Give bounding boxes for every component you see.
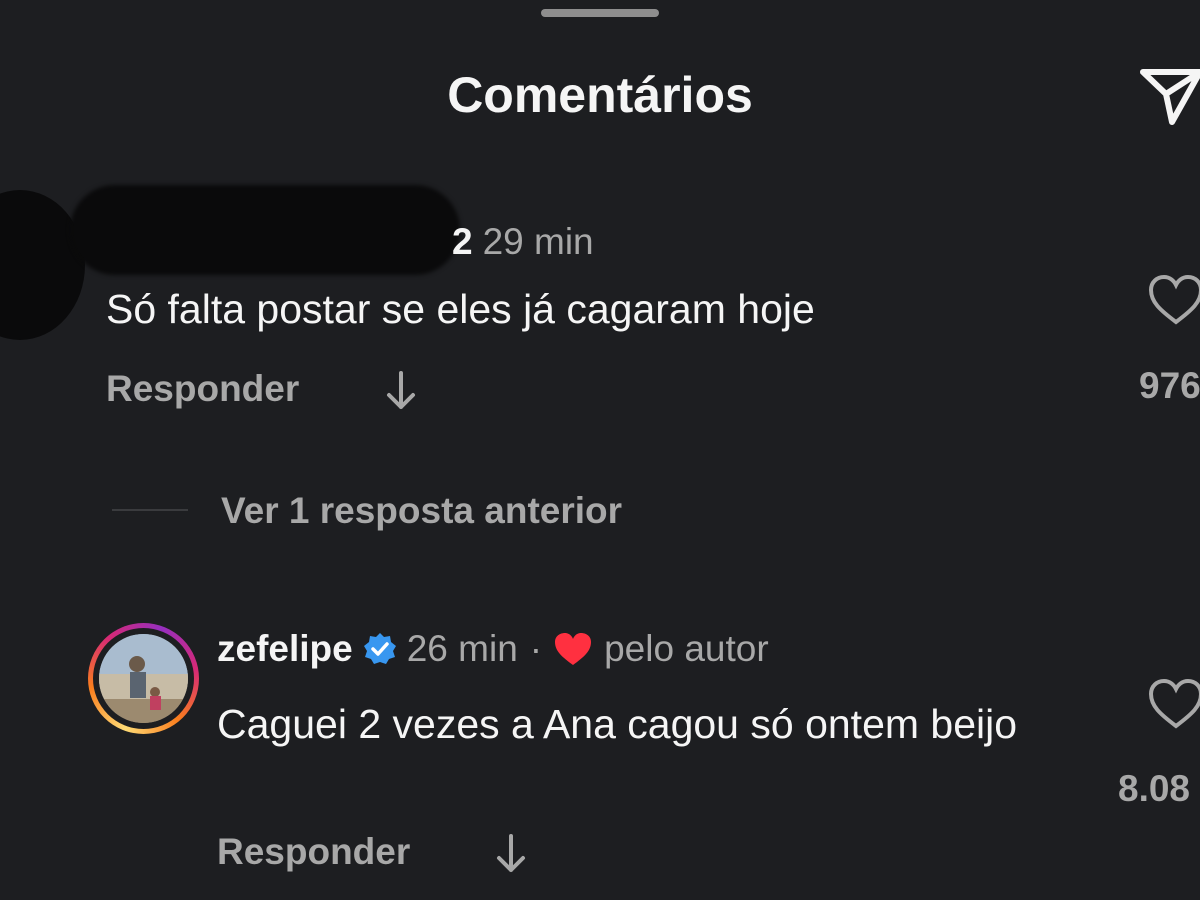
arrow-down-icon[interactable] bbox=[494, 832, 528, 876]
avatar-photo bbox=[99, 634, 188, 723]
comment-meta: zefelipe 26 min · pelo autor bbox=[217, 628, 769, 670]
reply-button[interactable]: Responder bbox=[106, 368, 299, 410]
like-count: 976 bbox=[1139, 365, 1200, 406]
page-title: Comentários bbox=[447, 67, 753, 123]
redacted-username bbox=[70, 185, 460, 275]
comment-text: Só falta postar se eles já cagaram hoje bbox=[106, 286, 815, 332]
send-icon[interactable] bbox=[1138, 58, 1200, 128]
like-count: 8.08 bbox=[1118, 768, 1191, 809]
thread-line bbox=[112, 509, 188, 511]
liked-by-author-label: pelo autor bbox=[604, 628, 769, 669]
avatar-image bbox=[99, 634, 188, 723]
heart-icon[interactable] bbox=[1146, 272, 1200, 328]
comment-time: 29 min bbox=[482, 221, 594, 262]
username[interactable]: zefelipe bbox=[217, 628, 353, 670]
avatar[interactable] bbox=[88, 623, 199, 734]
comment-text: Caguei 2 vezes a Ana cagou só ontem beij… bbox=[217, 701, 1018, 747]
arrow-down-icon[interactable] bbox=[384, 369, 418, 413]
comment-time: 26 min bbox=[406, 628, 518, 669]
liked-by-author-heart-icon bbox=[555, 633, 592, 665]
heart-icon[interactable] bbox=[1146, 676, 1200, 732]
meta-separator: · bbox=[529, 628, 543, 669]
reply-button[interactable]: Responder bbox=[217, 831, 410, 873]
view-previous-replies[interactable]: Ver 1 resposta anterior bbox=[221, 490, 622, 532]
verified-badge-icon bbox=[363, 633, 396, 664]
comment-meta: 2 29 min bbox=[452, 221, 594, 263]
drag-handle[interactable] bbox=[541, 9, 659, 17]
username-suffix: 2 bbox=[452, 221, 473, 262]
